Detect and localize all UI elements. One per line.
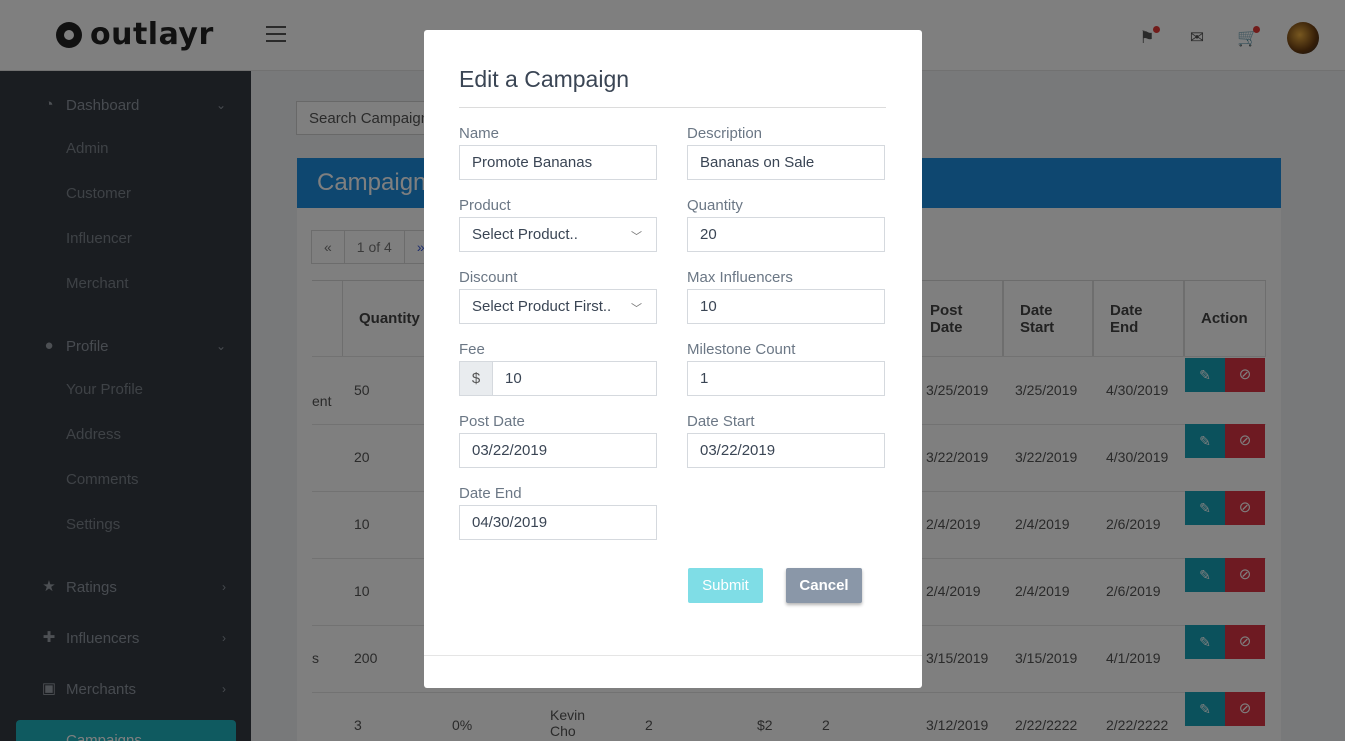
milestone-count-field[interactable]: 1 xyxy=(687,361,885,396)
fee-field[interactable]: 10 xyxy=(492,361,657,396)
milestone-count-label: Milestone Count xyxy=(687,341,796,358)
fee-label: Fee xyxy=(459,341,485,358)
max-influencers-label: Max Influencers xyxy=(687,269,793,286)
discount-select-value: Select Product First.. xyxy=(472,298,612,315)
post-date-field[interactable]: 03/22/2019 xyxy=(459,433,657,468)
date-start-label: Date Start xyxy=(687,413,755,430)
title-divider xyxy=(459,107,886,108)
quantity-field[interactable]: 20 xyxy=(687,217,885,252)
chevron-down-icon: ﹀ xyxy=(631,231,642,243)
discount-select[interactable]: Select Product First.. ﹀ xyxy=(459,289,657,324)
product-select[interactable]: Select Product.. ﹀ xyxy=(459,217,657,252)
quantity-label: Quantity xyxy=(687,197,743,214)
date-end-label: Date End xyxy=(459,485,522,502)
post-date-label: Post Date xyxy=(459,413,525,430)
description-label: Description xyxy=(687,125,763,142)
description-field[interactable]: Bananas on Sale xyxy=(687,145,885,180)
cancel-button[interactable]: Cancel xyxy=(786,568,862,603)
discount-label: Discount xyxy=(459,269,518,286)
date-end-field[interactable]: 04/30/2019 xyxy=(459,505,657,540)
footer-divider xyxy=(424,655,922,656)
modal-title: Edit a Campaign xyxy=(459,66,630,92)
product-label: Product xyxy=(459,197,511,214)
name-field[interactable]: Promote Bananas xyxy=(459,145,657,180)
product-select-value: Select Product.. xyxy=(472,226,578,243)
submit-button[interactable]: Submit xyxy=(688,568,763,603)
max-influencers-field[interactable]: 10 xyxy=(687,289,885,324)
date-start-field[interactable]: 03/22/2019 xyxy=(687,433,885,468)
chevron-down-icon: ﹀ xyxy=(631,303,642,315)
currency-addon: $ xyxy=(459,361,493,396)
name-label: Name xyxy=(459,125,500,142)
edit-campaign-modal: Edit a Campaign Name Promote Bananas Des… xyxy=(424,30,922,688)
